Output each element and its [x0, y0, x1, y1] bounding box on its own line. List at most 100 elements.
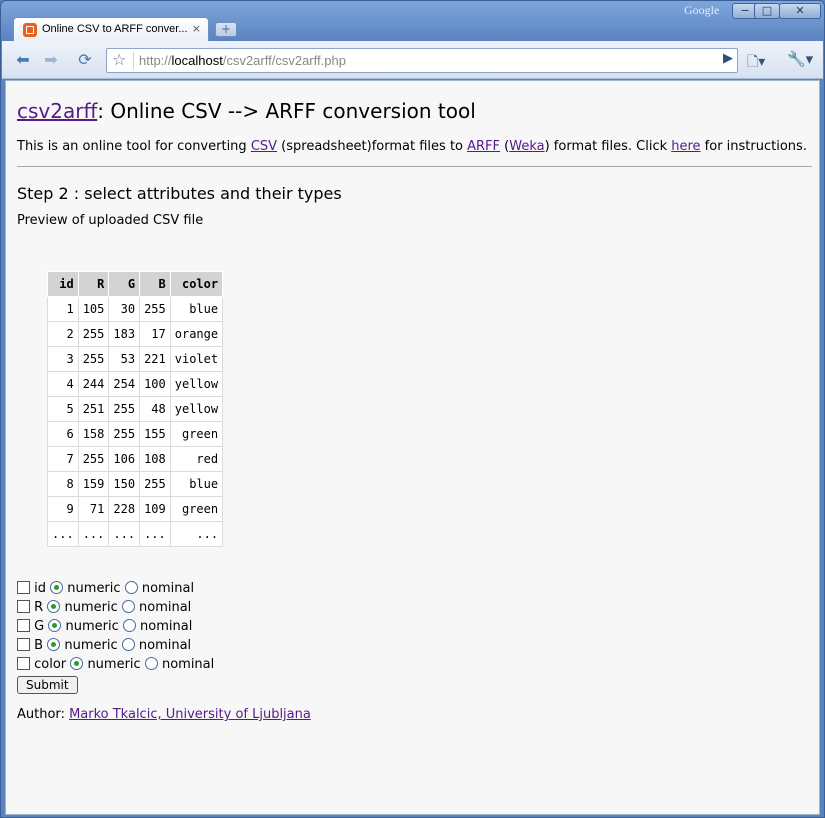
attribute-row: R numeric nominal — [17, 598, 214, 617]
table-cell: 109 — [139, 496, 171, 522]
numeric-radio[interactable] — [48, 619, 62, 632]
back-arrow-icon[interactable]: ⬅ — [10, 49, 36, 71]
table-cell: 255 — [77, 346, 110, 372]
xampp-favicon-icon — [23, 23, 37, 37]
nominal-label: nominal — [161, 657, 215, 672]
table-cell: 4 — [47, 371, 79, 397]
table-cell: 8 — [47, 471, 79, 497]
address-bar[interactable]: ☆ http://localhost/csv2arff/csv2arff.php… — [106, 48, 738, 73]
weka-link[interactable]: Weka — [509, 139, 544, 154]
numeric-radio[interactable] — [50, 581, 64, 594]
table-cell: 7 — [47, 446, 79, 472]
forward-arrow-icon[interactable]: ➡ — [38, 49, 64, 71]
attribute-checkbox[interactable] — [17, 581, 30, 594]
nominal-radio[interactable] — [121, 638, 135, 651]
attribute-name: color — [34, 657, 67, 672]
table-header-row: id R G B color — [47, 271, 224, 297]
table-row: 7 255 106 108 red — [47, 446, 224, 472]
author-line: Author: Marko Tkalcic, University of Lju… — [17, 707, 311, 722]
table-cell: blue — [169, 471, 224, 497]
attribute-checkbox[interactable] — [17, 619, 30, 632]
table-row: 3 255 53 221 violet — [47, 346, 224, 372]
nominal-label: nominal — [139, 600, 192, 615]
table-cell: 244 — [77, 371, 110, 397]
table-cell: 255 — [139, 471, 171, 497]
attribute-checkbox[interactable] — [17, 638, 30, 651]
nominal-radio[interactable] — [122, 619, 136, 632]
numeric-label: numeric — [67, 581, 121, 596]
table-cell: 255 — [108, 421, 141, 447]
table-cell: 106 — [108, 446, 141, 472]
address-separator — [133, 52, 134, 69]
intro-paragraph: This is an online tool for converting CS… — [17, 139, 807, 154]
nominal-label: nominal — [141, 581, 195, 596]
table-cell: 255 — [108, 396, 141, 422]
numeric-label: numeric — [87, 657, 141, 672]
table-cell: green — [169, 421, 224, 447]
table-cell: yellow — [169, 396, 224, 422]
table-cell: 183 — [108, 321, 141, 347]
column-header-g: G — [108, 271, 141, 297]
table-cell: 221 — [139, 346, 171, 372]
reload-icon[interactable]: ⟳ — [72, 49, 98, 71]
nominal-radio[interactable] — [144, 657, 158, 670]
table-cell: 30 — [108, 296, 141, 322]
table-row: 1 105 30 255 blue — [47, 296, 224, 322]
numeric-radio[interactable] — [47, 600, 61, 613]
table-row: 8 159 150 255 blue — [47, 471, 224, 497]
nominal-radio[interactable] — [121, 600, 135, 613]
csv-preview-table: id R G B color 1 105 30 255 blue 2 255 183 17 ora… — [47, 271, 224, 547]
column-header-id: id — [47, 271, 79, 297]
numeric-radio[interactable] — [47, 638, 61, 651]
table-cell: ... — [169, 521, 224, 547]
submit-button[interactable]: Submit — [17, 676, 78, 694]
attribute-checkbox[interactable] — [17, 657, 30, 670]
table-cell: 100 — [139, 371, 171, 397]
table-row: 9 71 228 109 green — [47, 496, 224, 522]
tab-active[interactable]: Online CSV to ARFF conver... × — [13, 17, 209, 42]
url-text[interactable]: http://localhost/csv2arff/csv2arff.php — [139, 53, 346, 68]
numeric-radio[interactable] — [70, 657, 84, 670]
table-cell: 255 — [77, 446, 110, 472]
nominal-radio[interactable] — [124, 581, 138, 594]
table-row: ............... — [47, 521, 224, 547]
step-heading: Step 2 : select attributes and their typ… — [17, 184, 342, 203]
attribute-row: B numeric nominal — [17, 636, 214, 655]
table-cell: 53 — [108, 346, 141, 372]
page-menu-icon[interactable]: 🗋▾ — [747, 51, 765, 75]
author-link[interactable]: Marko Tkalcic, University of Ljubljana — [69, 707, 311, 722]
table-cell: orange — [169, 321, 224, 347]
wrench-icon[interactable]: 🔧▾ — [787, 50, 813, 68]
table-cell: 155 — [139, 421, 171, 447]
tab-close-icon[interactable]: × — [192, 22, 201, 35]
table-row: 4 244 254 100 yellow — [47, 371, 224, 397]
attribute-name: G — [34, 619, 45, 634]
table-cell: 158 — [77, 421, 110, 447]
page-viewport: csv2arff: Online CSV --> ARFF conversion… — [5, 80, 820, 815]
go-play-icon[interactable]: ▶ — [723, 51, 733, 66]
table-cell: ... — [77, 521, 110, 547]
csv-link[interactable]: CSV — [251, 139, 277, 154]
page-title: csv2arff: Online CSV --> ARFF conversion… — [17, 99, 476, 123]
bookmark-star-icon[interactable]: ☆ — [112, 50, 126, 69]
table-cell: 71 — [77, 496, 110, 522]
table-cell: 255 — [77, 321, 110, 347]
attribute-form: id numeric nominal R numeric nominal G n… — [17, 579, 214, 694]
instructions-here-link[interactable]: here — [671, 139, 700, 154]
close-window-button[interactable]: ✕ — [779, 3, 821, 19]
new-tab-button[interactable]: + — [215, 22, 237, 37]
table-cell: 254 — [108, 371, 141, 397]
table-cell: 6 — [47, 421, 79, 447]
csv2arff-home-link[interactable]: csv2arff — [17, 99, 97, 123]
table-cell: 150 — [108, 471, 141, 497]
nominal-label: nominal — [140, 619, 193, 634]
table-cell: 2 — [47, 321, 79, 347]
column-header-b: B — [139, 271, 171, 297]
table-cell: 1 — [47, 296, 79, 322]
maximize-button[interactable]: □ — [754, 3, 780, 19]
column-header-color: color — [169, 271, 224, 297]
arff-link[interactable]: ARFF — [467, 139, 500, 154]
table-cell: yellow — [169, 371, 224, 397]
table-cell: 5 — [47, 396, 79, 422]
attribute-checkbox[interactable] — [17, 600, 30, 613]
